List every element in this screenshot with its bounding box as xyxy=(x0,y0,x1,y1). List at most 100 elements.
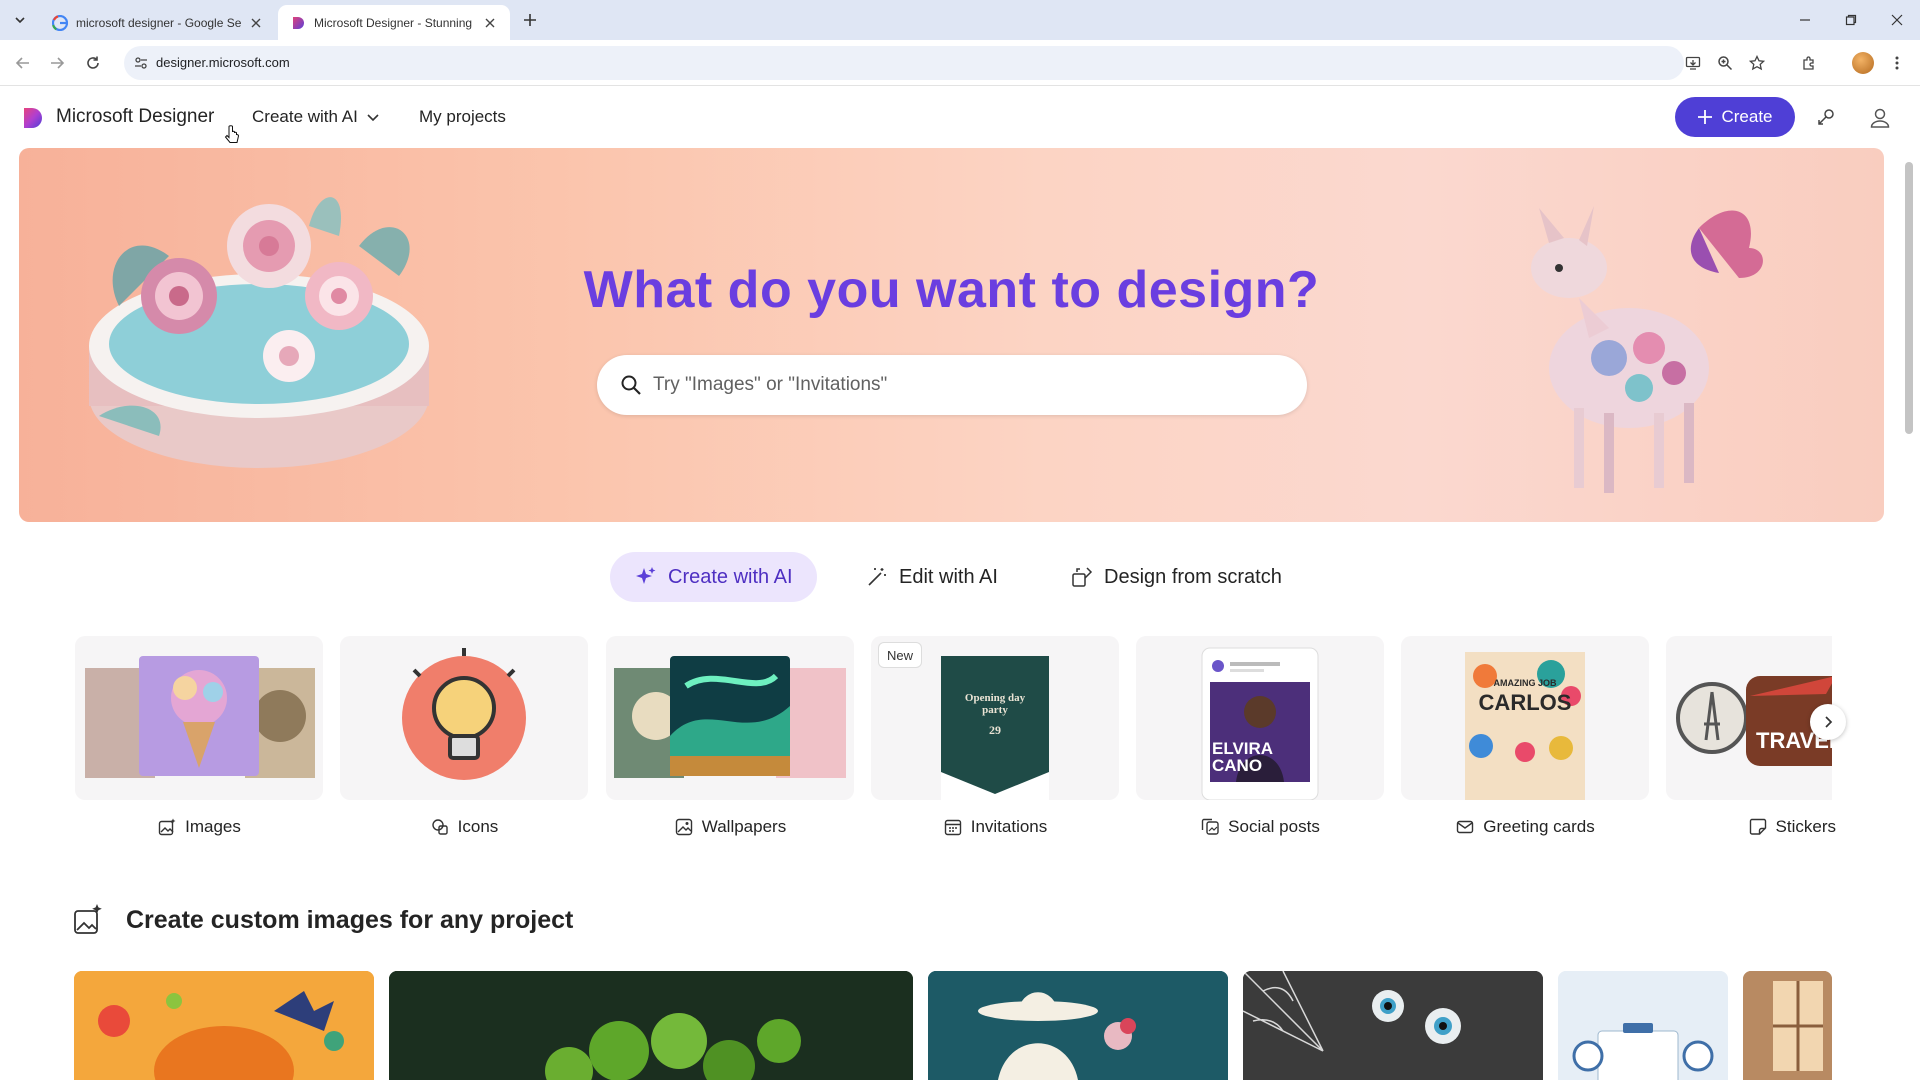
category-label-wallpapers[interactable]: Wallpapers xyxy=(606,814,854,840)
share-feedback-icon[interactable] xyxy=(1813,105,1839,131)
invitation-line1: Opening day xyxy=(964,692,1026,704)
image-tile-green-apples[interactable] xyxy=(389,971,913,1080)
mode-edit-with-ai[interactable]: Edit with AI xyxy=(841,552,1022,602)
category-card-social-posts[interactable]: ELVIRA CANO xyxy=(1136,636,1384,800)
create-button[interactable]: Create xyxy=(1675,97,1795,137)
images-preview xyxy=(85,656,315,778)
install-app-icon[interactable] xyxy=(1682,52,1704,74)
nav-my-projects[interactable]: My projects xyxy=(419,107,506,127)
chevron-right-icon xyxy=(1825,716,1833,728)
greeting-top-text: AMAZING JOB xyxy=(1493,678,1557,688)
address-bar[interactable]: designer.microsoft.com xyxy=(124,46,1684,80)
image-sparkle-icon xyxy=(157,817,177,837)
mode-label: Create with AI xyxy=(668,565,793,588)
browser-toolbar: designer.microsoft.com xyxy=(0,40,1920,86)
category-name: Wallpapers xyxy=(701,817,787,836)
nav-create-label: Create with AI xyxy=(252,107,358,126)
bookmark-star-icon[interactable] xyxy=(1746,52,1768,74)
category-label-images[interactable]: Images xyxy=(75,814,323,840)
magic-wand-icon xyxy=(865,565,889,589)
category-card-images[interactable] xyxy=(75,636,323,800)
scrollbar-thumb[interactable] xyxy=(1905,162,1913,434)
google-icon xyxy=(52,14,68,31)
image-tile-sombrero[interactable] xyxy=(928,971,1228,1080)
site-info-icon[interactable] xyxy=(130,52,152,74)
account-icon[interactable] xyxy=(1867,105,1893,131)
social-post-name2: CANO xyxy=(1212,756,1263,775)
carousel-next-button[interactable] xyxy=(1810,704,1846,740)
search-input[interactable] xyxy=(653,374,1253,396)
category-card-stickers[interactable]: TRAVEL xyxy=(1666,636,1832,800)
page-scrollbar[interactable] xyxy=(1903,148,1915,1080)
category-card-icons[interactable] xyxy=(340,636,588,800)
image-tile-clipboard[interactable] xyxy=(1558,971,1728,1080)
category-name: Social posts xyxy=(1228,817,1320,836)
image-tile-pumpkin[interactable] xyxy=(74,971,374,1080)
reload-button[interactable] xyxy=(82,52,104,74)
mouse-pointer-icon xyxy=(224,125,240,143)
invitation-day: 29 xyxy=(989,723,1001,737)
social-post-preview-bg xyxy=(1201,647,1319,800)
category-name: Icons xyxy=(457,817,499,836)
minimize-button[interactable] xyxy=(1793,8,1817,32)
category-label-greeting-cards[interactable]: Greeting cards xyxy=(1401,814,1649,840)
browser-tab-designer[interactable]: Microsoft Designer - Stunning xyxy=(278,5,510,40)
sticker-preview-bg xyxy=(1676,676,1832,766)
restore-button[interactable] xyxy=(1839,8,1863,32)
mode-create-with-ai[interactable]: Create with AI xyxy=(610,552,817,602)
image-tile-window[interactable] xyxy=(1743,971,1832,1080)
zoom-icon[interactable] xyxy=(1714,52,1736,74)
category-label-invitations[interactable]: Invitations xyxy=(871,814,1119,840)
extensions-icon[interactable] xyxy=(1798,52,1820,74)
category-name: Invitations xyxy=(970,817,1048,836)
designer-icon xyxy=(293,16,304,29)
browser-menu-icon[interactable] xyxy=(1886,52,1908,74)
mode-label: Design from scratch xyxy=(1104,565,1282,588)
social-post-name1: ELVIRA xyxy=(1212,739,1274,758)
designer-logo[interactable] xyxy=(21,106,45,130)
category-label-icons[interactable]: Icons xyxy=(340,814,588,840)
app-name[interactable]: Microsoft Designer xyxy=(56,106,214,128)
tab-title: microsoft designer - Google Se xyxy=(76,15,242,30)
sticker-icon xyxy=(1748,817,1768,837)
invitation-line2: party xyxy=(982,704,1008,716)
category-label-social-posts[interactable]: Social posts xyxy=(1136,814,1384,840)
sparkle-icon xyxy=(634,565,658,589)
new-badge: New xyxy=(879,643,922,667)
wallpapers-preview xyxy=(614,656,846,778)
create-button-label: Create xyxy=(1721,107,1773,126)
browser-tabstrip: microsoft designer - Google Se Microsoft… xyxy=(0,0,1920,40)
url-text: designer.microsoft.com xyxy=(156,55,290,70)
shapes-icon xyxy=(430,817,450,837)
wallpaper-icon xyxy=(674,817,694,837)
greeting-card-preview-bg xyxy=(1465,652,1585,800)
fawn-butterfly-illustration xyxy=(1531,206,1763,493)
icons-preview xyxy=(402,648,526,780)
close-tab-icon[interactable] xyxy=(482,15,498,31)
browser-tab-google[interactable]: microsoft designer - Google Se xyxy=(40,5,276,40)
close-tab-icon[interactable] xyxy=(248,15,264,31)
new-tab-button[interactable] xyxy=(520,10,540,30)
category-name: Images xyxy=(185,817,241,836)
browser-profile-avatar[interactable] xyxy=(1852,52,1874,74)
mode-label: Edit with AI xyxy=(899,565,998,588)
social-post-icon xyxy=(1200,817,1220,837)
design-search-box[interactable] xyxy=(597,355,1307,415)
category-label-stickers[interactable]: Stickers xyxy=(1666,814,1836,840)
category-name: Stickers xyxy=(1775,817,1836,836)
hero-banner: What do you want to design? xyxy=(19,148,1884,522)
image-tile-spiderweb-eyes[interactable] xyxy=(1243,971,1543,1080)
mode-design-from-scratch[interactable]: Design from scratch xyxy=(1046,552,1306,602)
app-header: Microsoft Designer Create with AI My pro… xyxy=(0,87,1920,147)
search-icon xyxy=(619,373,643,397)
category-card-wallpapers[interactable] xyxy=(606,636,854,800)
nav-create-with-ai[interactable]: Create with AI xyxy=(252,107,380,127)
close-window-button[interactable] xyxy=(1885,8,1909,32)
greeting-name-text: CARLOS xyxy=(1478,690,1572,715)
category-card-greeting-cards[interactable]: AMAZING JOB CARLOS xyxy=(1401,636,1649,800)
chevron-down-icon xyxy=(367,114,379,122)
forward-button[interactable] xyxy=(46,52,68,74)
section-title: Create custom images for any project xyxy=(126,906,574,934)
back-button[interactable] xyxy=(12,52,34,74)
tab-search-button[interactable] xyxy=(10,10,30,30)
